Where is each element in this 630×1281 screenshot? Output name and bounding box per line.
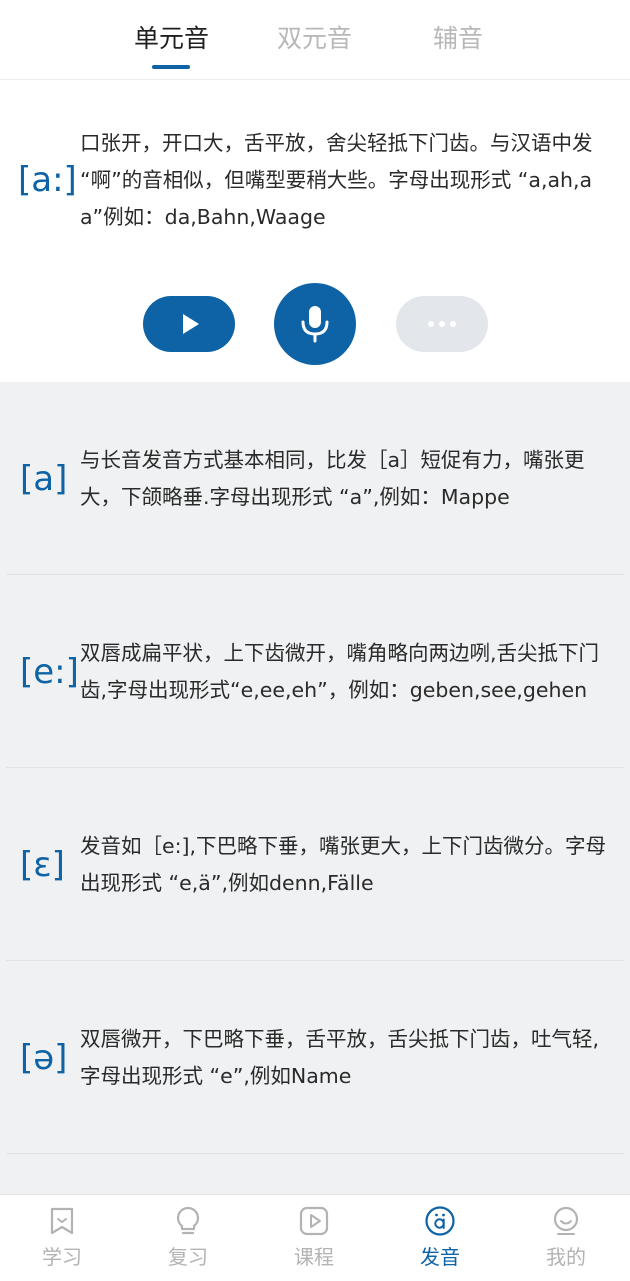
nav-label: 复习 — [168, 1245, 208, 1269]
nav-item-courses[interactable]: 课程 — [264, 1195, 364, 1281]
nav-label: 学习 — [42, 1245, 82, 1269]
phoneme-symbol: [e:] — [20, 652, 79, 692]
vowel-type-tabs: 单元音 双元音 辅音 — [0, 0, 630, 80]
list-item-phoneme[interactable]: [ɛ] 发音如［e:],下巴略下垂，嘴张更大，上下门齿微分。字母出现形式 “e,… — [0, 768, 630, 961]
phoneme-description: 口张开，开口大，舌平放，舍尖轻抵下门齿。与汉语中发 “啊”的音相似，但嘴型要稍大… — [80, 131, 593, 229]
nav-item-pronunciation[interactable]: 发音 — [390, 1195, 490, 1281]
microphone-icon — [301, 306, 329, 343]
smiley-face-icon — [553, 1206, 579, 1235]
active-tab-indicator — [152, 65, 190, 69]
nav-item-profile[interactable]: 我的 — [516, 1195, 616, 1281]
tab-consonants[interactable]: 辅音 — [433, 22, 483, 56]
play-audio-button[interactable] — [143, 296, 235, 352]
phoneme-symbol: [ɛ] — [20, 845, 65, 885]
list-divider — [6, 1153, 624, 1154]
phoneme-description: 双唇成扁平状，上下齿微开，嘴角略向两边咧,舌尖抵下门齿,字母出现形式“e,ee,… — [80, 641, 600, 702]
bookmark-icon — [50, 1207, 74, 1235]
lightbulb-icon — [176, 1206, 200, 1235]
tab-monophthongs[interactable]: 单元音 — [134, 22, 209, 56]
phoneme-description: 与长音发音方式基本相同，比发［a］短促有力，嘴张更大，下颌略垂.字母出现形式 “… — [80, 448, 585, 509]
phoneme-symbol: [a:] — [18, 160, 77, 200]
list-item-phoneme[interactable]: [ə] 双唇微开，下巴略下垂，舌平放，舌尖抵下门齿，吐气轻,字母出现形式 “e”… — [0, 961, 630, 1154]
umlaut-a-icon — [425, 1206, 455, 1236]
more-options-button[interactable] — [396, 296, 488, 352]
phoneme-symbol: [a] — [20, 459, 68, 499]
list-item-phoneme[interactable]: [a] 与长音发音方式基本相同，比发［a］短促有力，嘴张更大，下颌略垂.字母出现… — [0, 382, 630, 575]
nav-item-study[interactable]: 学习 — [12, 1195, 112, 1281]
more-dots-icon — [428, 321, 456, 327]
featured-phoneme-card: [a:] 口张开，开口大，舌平放，舍尖轻抵下门齿。与汉语中发 “啊”的音相似，但… — [0, 80, 630, 382]
record-button[interactable] — [274, 283, 356, 365]
tab-diphthongs[interactable]: 双元音 — [277, 22, 352, 56]
video-play-icon — [299, 1206, 329, 1236]
play-icon — [183, 314, 199, 334]
nav-label: 课程 — [294, 1245, 334, 1269]
phoneme-symbol: [ə] — [20, 1038, 68, 1078]
phoneme-list: [a] 与长音发音方式基本相同，比发［a］短促有力，嘴张更大，下颌略垂.字母出现… — [0, 382, 630, 1194]
nav-item-review[interactable]: 复习 — [138, 1195, 238, 1281]
list-item-phoneme[interactable]: [e:] 双唇成扁平状，上下齿微开，嘴角略向两边咧,舌尖抵下门齿,字母出现形式“… — [0, 575, 630, 768]
phoneme-description: 发音如［e:],下巴略下垂，嘴张更大，上下门齿微分。字母出现形式 “e,ä”,例… — [80, 834, 607, 895]
bottom-navigation: 学习 复习 课程 发音 我的 — [0, 1194, 630, 1280]
nav-label: 发音 — [420, 1245, 460, 1269]
nav-label: 我的 — [546, 1245, 586, 1269]
phoneme-description: 双唇微开，下巴略下垂，舌平放，舌尖抵下门齿，吐气轻,字母出现形式 “e”,例如N… — [80, 1027, 600, 1088]
